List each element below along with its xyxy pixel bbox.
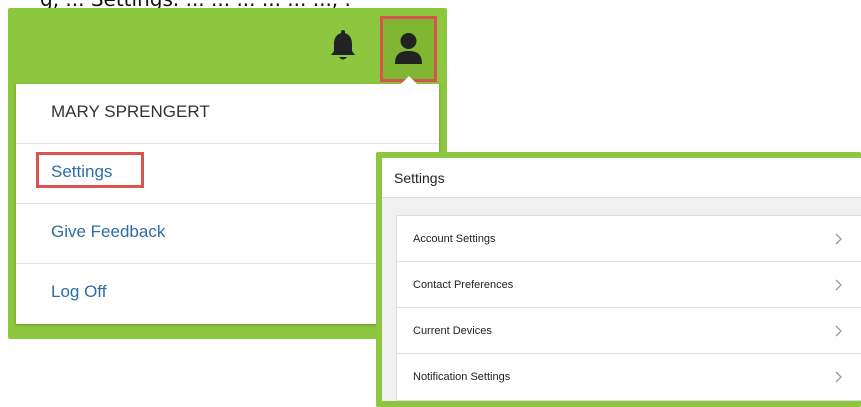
contact-preferences-label: Contact Preferences (413, 279, 514, 291)
settings-panel: Settings Account Settings Contact Prefer… (376, 152, 861, 407)
header-bar (8, 8, 447, 84)
settings-title: Settings (394, 170, 445, 186)
current-devices-label: Current Devices (413, 325, 492, 337)
give-feedback-link[interactable]: Give Feedback (51, 222, 165, 242)
account-settings-label: Account Settings (413, 233, 496, 245)
chevron-right-icon (835, 279, 842, 291)
user-name: MARY SPRENGERT (51, 102, 210, 121)
settings-title-bar: Settings (382, 158, 861, 198)
user-icon (395, 33, 422, 64)
chevron-right-icon (835, 325, 842, 337)
settings-item-notification-settings[interactable]: Notification Settings (397, 354, 861, 400)
settings-list: Account Settings Contact Preferences Cur… (396, 215, 861, 401)
bell-icon[interactable] (328, 30, 358, 64)
settings-link[interactable]: Settings (51, 162, 112, 182)
chevron-right-icon (835, 371, 842, 383)
settings-card: Settings Account Settings Contact Prefer… (382, 158, 861, 401)
notification-settings-label: Notification Settings (413, 371, 511, 383)
settings-item-contact-preferences[interactable]: Contact Preferences (397, 262, 861, 308)
settings-item-current-devices[interactable]: Current Devices (397, 308, 861, 354)
screenshot-canvas: g, ... Settings. ... ... ... ... ... ...… (0, 0, 861, 407)
chevron-right-icon (835, 233, 842, 245)
settings-item-account-settings[interactable]: Account Settings (397, 216, 861, 262)
user-account-button[interactable] (380, 16, 437, 82)
user-name-row: MARY SPRENGERT (16, 84, 439, 144)
log-off-link[interactable]: Log Off (51, 282, 106, 302)
